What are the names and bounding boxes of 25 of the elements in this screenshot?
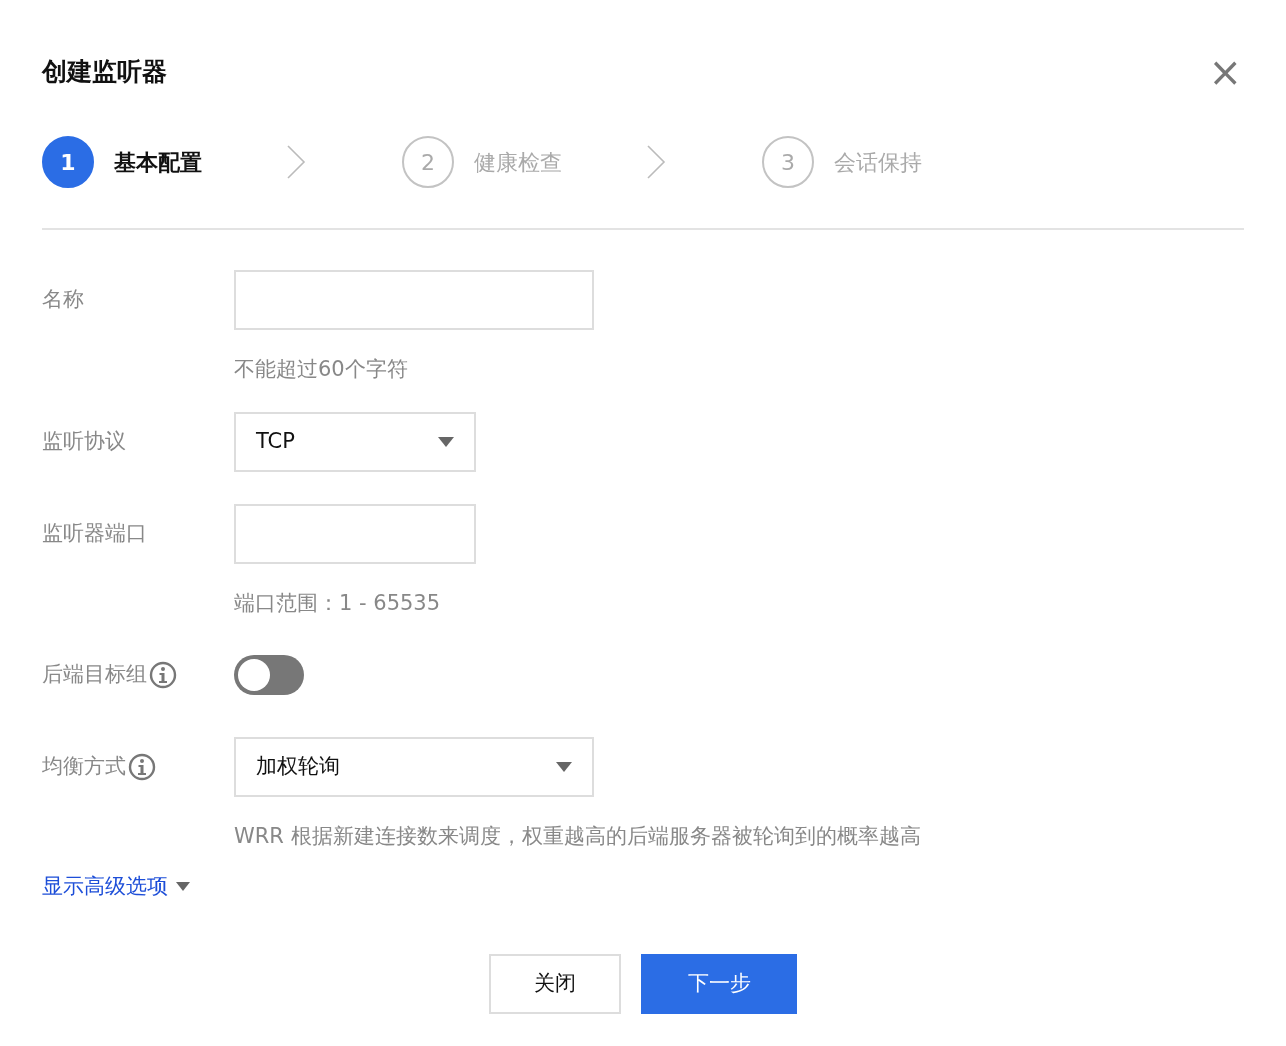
step-number[interactable]: 1: [42, 136, 94, 188]
next-button[interactable]: 下一步: [641, 954, 797, 1014]
chevron-icon: [646, 144, 666, 180]
close-button[interactable]: ×: [1208, 52, 1242, 92]
caret-icon: [556, 762, 572, 772]
dialog-title: 创建监听器: [42, 56, 167, 89]
hint-text: 不能超过60个字符: [234, 356, 409, 383]
select-dropdown[interactable]: TCP: [234, 411, 476, 472]
select-dropdown[interactable]: 加权轮询: [234, 737, 594, 797]
field-label: 后端目标组: [42, 661, 147, 689]
input-field[interactable]: [234, 270, 594, 330]
hint-text: WRR 根据新建连接数来调度，权重越高的后端服务器被轮询到的概率越高: [234, 823, 921, 850]
chevron-icon: [286, 144, 306, 180]
field-label: 监听器端口: [42, 519, 147, 547]
caret-icon: [176, 881, 190, 891]
toggle-switch[interactable]: [234, 655, 304, 695]
caret-icon: [438, 436, 454, 447]
field-label: 名称: [42, 286, 84, 314]
step-label[interactable]: 基本配置: [114, 145, 286, 179]
close-button[interactable]: 关闭: [489, 954, 621, 1014]
hint-text: 端口范围：1 - 65535: [234, 589, 442, 617]
field-label: 监听协议: [42, 427, 126, 455]
input-field[interactable]: [234, 503, 476, 564]
advanced-options-link[interactable]: 显示高级选项: [42, 870, 190, 902]
field-label: 均衡方式: [42, 753, 126, 781]
